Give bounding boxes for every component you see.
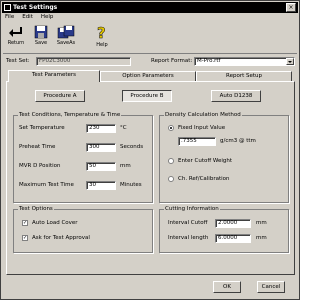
floppy-disk-save-as-icon [57,25,75,39]
mvr-d-position-label: MVR D Position [19,163,61,169]
set-temperature-label: Set Temperature [19,125,65,131]
procedure-b-button[interactable]: Procedure B [122,90,172,102]
test-options-group: Test Options ✓ Auto Load Cover ✓ Ask for… [13,206,153,253]
density-unit: g/cm3 @ ttm [220,138,256,144]
toolbar: Return Save SaveAs ? Help [3,21,297,54]
enter-cutoff-weight-label: Enter Cutoff Weight [178,158,233,164]
interval-cutoff-input[interactable]: 2.0000 [215,219,251,228]
test-options-title: Test Options [18,206,54,212]
cutting-information-title: Cutting Information [164,206,220,212]
test-set-field[interactable]: FP02C3000 [36,57,131,66]
window-title: Test Settings [13,4,58,11]
maximum-test-time-unit: Minutes [120,182,142,188]
interval-cutoff-unit: mm [256,220,267,226]
save-as-button[interactable]: SaveAs [55,23,77,51]
svg-text:?: ? [97,25,106,41]
menu-file[interactable]: File [5,14,14,20]
auto-load-cover-checkbox[interactable]: ✓ [22,220,28,226]
interval-length-input[interactable]: 6.0000 [215,234,251,243]
floppy-disk-icon [34,25,48,39]
fixed-input-value-radio[interactable] [168,125,174,131]
menu-bar: File Edit Help [5,14,53,20]
maximum-test-time-input[interactable]: 30 [86,181,116,190]
preheat-time-label: Preheat Time [19,144,56,150]
help-question-icon: ? [97,25,106,41]
maximum-test-time-label: Maximum Test Time [19,182,74,188]
app-icon [4,4,11,11]
set-temperature-unit: °C [120,125,127,131]
interval-length-label: Interval length [168,235,209,241]
return-arrow-icon [9,27,22,37]
procedure-a-button[interactable]: Procedure A [35,90,85,102]
help-button[interactable]: ? Help [91,23,113,51]
ask-for-test-approval-label: Ask for Test Approval [32,235,90,241]
auto-d1238-button[interactable]: Auto D1238 [211,90,261,102]
test-settings-window: Test Settings × File Edit Help Return Sa… [0,0,300,300]
menu-edit[interactable]: Edit [22,14,33,20]
fixed-input-value-label: Fixed Input Value [178,125,226,131]
file-row: Test Set: FP02C3000 Report Format: M-Pro… [6,57,296,68]
enter-cutoff-weight-radio[interactable] [168,158,174,164]
auto-load-cover-label: Auto Load Cover [32,220,78,226]
tabs-area: Test Parameters Option Parameters Report… [6,70,295,276]
report-format-select[interactable]: M-Pro.rtf [194,57,295,66]
menu-help[interactable]: Help [41,14,54,20]
mvr-d-position-input[interactable]: 50 [86,162,116,171]
ok-button[interactable]: OK [213,281,241,293]
mvr-d-position-unit: mm [120,163,131,169]
return-button[interactable]: Return [5,23,27,51]
density-calculation-title: Density Calculation Method [164,112,242,118]
interval-length-unit: mm [256,235,267,241]
close-icon[interactable]: × [286,3,296,12]
tab-test-parameters[interactable]: Test Parameters [8,70,100,82]
density-calculation-group: Density Calculation Method Fixed Input V… [159,112,289,203]
report-format-label: Report Format: [151,58,193,64]
ch-ref-calibration-radio[interactable] [168,176,174,182]
title-bar: Test Settings × [2,2,298,13]
test-set-label: Test Set: [6,58,30,64]
test-conditions-group: Test Conditions, Temperature & Time Set … [13,112,153,203]
test-parameters-panel: Procedure A Procedure B Auto D1238 Test … [6,81,295,275]
preheat-time-input[interactable]: 300 [86,143,116,152]
ask-for-test-approval-checkbox[interactable]: ✓ [22,235,28,241]
ch-ref-calibration-label: Ch. Ref/Calibration [178,176,230,182]
test-conditions-title: Test Conditions, Temperature & Time [18,112,122,118]
chevron-down-icon[interactable] [286,58,294,65]
preheat-time-unit: Seconds [120,144,144,150]
cutting-information-group: Cutting Information Interval Cutoff 2.00… [159,206,289,253]
interval-cutoff-label: Interval Cutoff [168,220,208,226]
set-temperature-input[interactable]: 230 [86,124,116,133]
cancel-button[interactable]: Cancel [257,281,285,293]
report-format-value: M-Pro.rtf [197,58,221,64]
density-value-input[interactable]: .7355 [178,137,216,146]
save-button[interactable]: Save [30,23,52,51]
